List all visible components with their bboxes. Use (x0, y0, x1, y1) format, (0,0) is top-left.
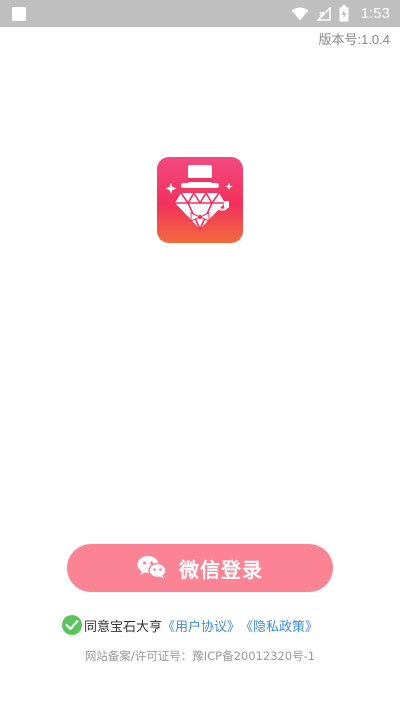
no-signal-icon (316, 6, 331, 21)
notification-icon (12, 7, 26, 21)
wifi-icon (291, 7, 309, 21)
agreement-text: 同意宝石大亨 (84, 619, 163, 635)
user-agreement-link[interactable]: 《用户协议》 (162, 616, 240, 635)
wechat-icon (137, 555, 167, 582)
version-label: 版本号:1.0.4 (318, 32, 390, 47)
diamond-gentleman-icon (165, 165, 233, 231)
privacy-policy-link[interactable]: 《隐私政策》 (240, 616, 318, 635)
battery-charging-icon (339, 5, 349, 22)
check-icon (65, 619, 79, 631)
icp-license-text: 网站备案/许可证号：豫ICP备20012320号-1 (84, 649, 316, 663)
agreement-row: 同意宝石大亨 《用户协议》 《隐私政策》 (62, 614, 318, 636)
agreement-checkbox[interactable] (62, 615, 82, 635)
login-button-label: 微信登录 (179, 557, 263, 582)
wechat-login-button[interactable]: 微信登录 (67, 544, 333, 592)
status-time: 1:53 (360, 5, 390, 22)
app-logo (157, 157, 243, 243)
status-icons: 1:53 (291, 0, 390, 27)
status-bar: 1:53 (0, 0, 400, 27)
